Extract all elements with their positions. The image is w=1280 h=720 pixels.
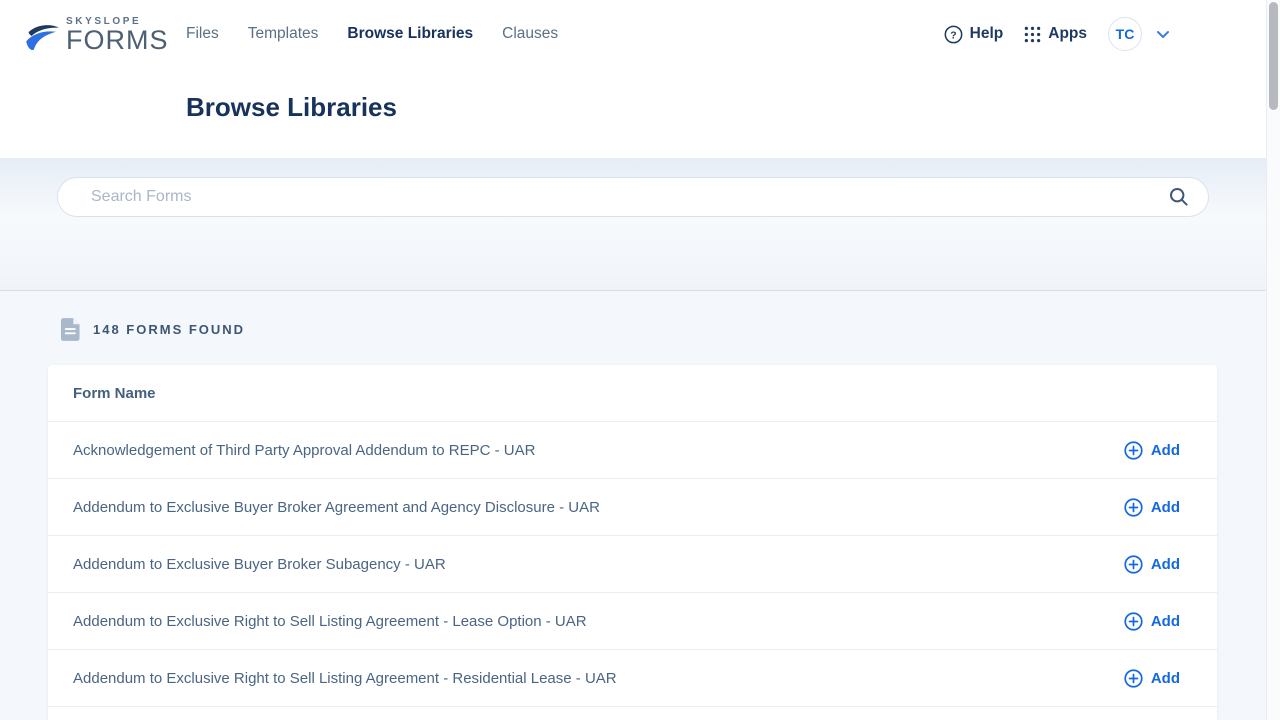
add-button[interactable]: Add [1124, 555, 1180, 574]
nav-item-templates[interactable]: Templates [248, 25, 319, 43]
form-name-column-header: Form Name [73, 385, 156, 402]
account-menu[interactable]: TC [1108, 17, 1170, 51]
skyslope-forms-app: SKYSLOPE FORMS Files Templates Browse Li… [0, 0, 1280, 720]
search-icon [1169, 187, 1189, 207]
add-label: Add [1151, 499, 1180, 516]
forms-table-card: Form Name Acknowledgement of Third Party… [48, 365, 1217, 720]
table-row: Addendum to Exclusive Right to Sell List… [48, 592, 1217, 649]
form-name: Addendum to Exclusive Right to Sell List… [73, 613, 587, 630]
plus-circle-icon [1124, 612, 1143, 631]
form-name: Addendum to Exclusive Buyer Broker Subag… [73, 556, 446, 573]
help-button[interactable]: ? Help [944, 25, 1004, 44]
add-button[interactable]: Add [1124, 498, 1180, 517]
svg-text:?: ? [950, 30, 956, 41]
chevron-down-icon[interactable] [1156, 30, 1170, 39]
page-scrollbar-track[interactable] [1266, 0, 1280, 720]
skyslope-swoosh-icon [24, 22, 62, 56]
document-icon [61, 318, 80, 341]
help-question-icon: ? [944, 25, 963, 44]
form-name: Acknowledgement of Third Party Approval … [73, 442, 535, 459]
main-nav: Files Templates Browse Libraries Clauses [186, 25, 558, 43]
search-button[interactable] [1166, 184, 1192, 210]
add-button[interactable]: Add [1124, 612, 1180, 631]
page-scrollbar-thumb[interactable] [1269, 2, 1278, 110]
page-title: Browse Libraries [186, 92, 397, 123]
form-name: Addendum to Exclusive Right to Sell List… [73, 670, 617, 687]
main-content: 148 FORMS FOUND Form Name Acknowledgemen… [0, 290, 1280, 720]
apps-grid-icon [1024, 26, 1041, 43]
add-label: Add [1151, 670, 1180, 687]
results-count-row: 148 FORMS FOUND [61, 318, 245, 341]
table-row: Addendum to Exclusive Right to Sell List… [48, 649, 1217, 706]
table-row: Addendum to Exclusive Buyer Broker Agree… [48, 478, 1217, 535]
app-header: SKYSLOPE FORMS Files Templates Browse Li… [0, 0, 1280, 158]
table-row-partial [48, 706, 1217, 720]
search-section: Filter results by: All libraries [0, 158, 1280, 290]
add-label: Add [1151, 442, 1180, 459]
apps-label: Apps [1048, 25, 1087, 43]
table-row: Addendum to Exclusive Buyer Broker Subag… [48, 535, 1217, 592]
add-label: Add [1151, 556, 1180, 573]
avatar[interactable]: TC [1108, 17, 1142, 51]
results-count-label: 148 FORMS FOUND [93, 322, 245, 337]
table-row: Acknowledgement of Third Party Approval … [48, 421, 1217, 478]
help-label: Help [970, 25, 1004, 43]
logo-text: SKYSLOPE FORMS [66, 16, 169, 54]
header-right-group: ? Help Apps TC [944, 17, 1170, 51]
add-label: Add [1151, 613, 1180, 630]
skyslope-forms-logo[interactable]: SKYSLOPE FORMS [24, 16, 169, 56]
nav-item-files[interactable]: Files [186, 25, 219, 43]
logo-forms-label: FORMS [66, 27, 169, 54]
nav-item-browse-libraries[interactable]: Browse Libraries [347, 25, 473, 43]
search-input[interactable] [91, 188, 1166, 206]
add-button[interactable]: Add [1124, 441, 1180, 460]
add-button[interactable]: Add [1124, 669, 1180, 688]
apps-button[interactable]: Apps [1024, 25, 1087, 43]
plus-circle-icon [1124, 498, 1143, 517]
form-name: Addendum to Exclusive Buyer Broker Agree… [73, 499, 600, 516]
plus-circle-icon [1124, 441, 1143, 460]
plus-circle-icon [1124, 669, 1143, 688]
nav-item-clauses[interactable]: Clauses [502, 25, 558, 43]
table-header-row: Form Name [48, 365, 1217, 421]
plus-circle-icon [1124, 555, 1143, 574]
search-box [57, 177, 1209, 217]
